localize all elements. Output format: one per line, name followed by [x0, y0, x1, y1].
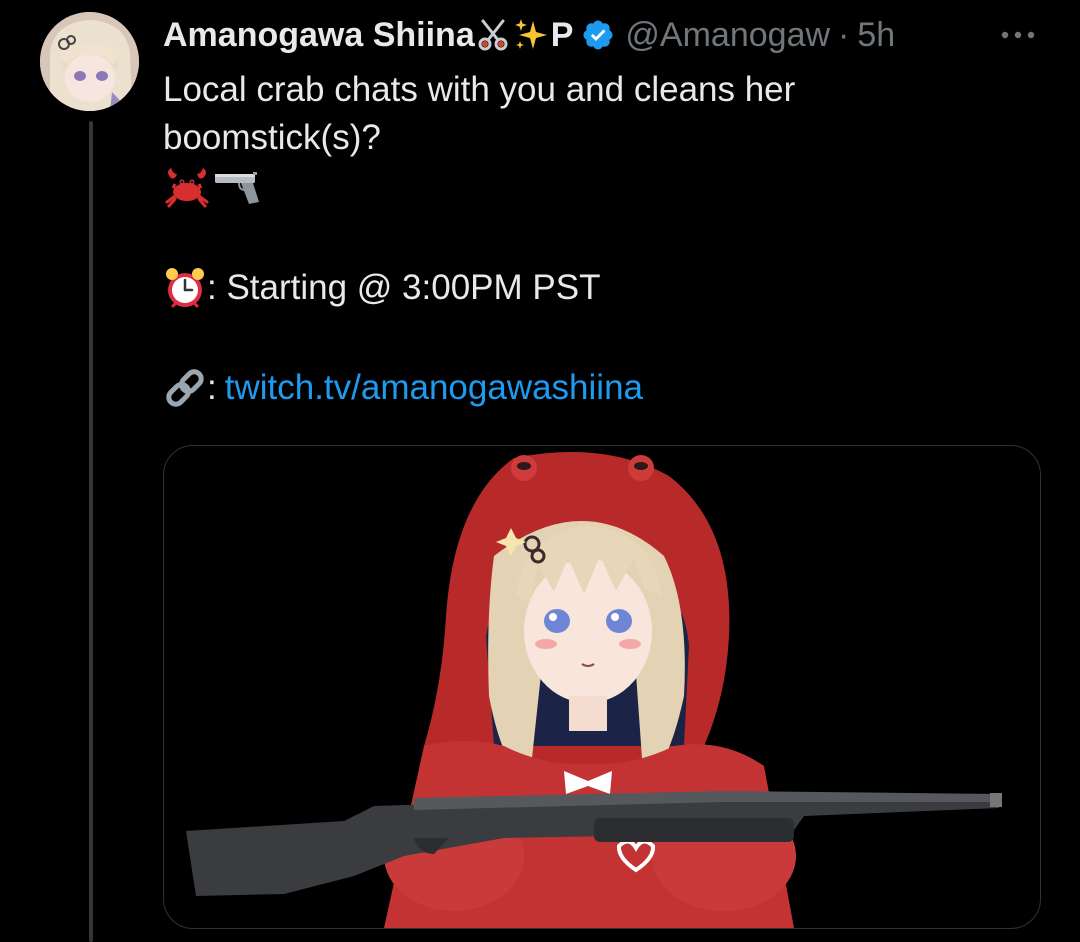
emoji-line	[163, 162, 1023, 214]
line-break	[163, 214, 1023, 262]
handle[interactable]: @Amanogaw	[625, 16, 830, 55]
link-prefix: :	[207, 368, 217, 407]
start-time-text: : Starting @ 3:00PM PST	[207, 268, 601, 307]
alarm-clock-emoji	[166, 268, 204, 308]
tweet[interactable]: Amanogawa Shiina P @Amanogaw · 5h Local …	[0, 0, 1080, 942]
name-decorations	[477, 17, 549, 53]
link-line: : twitch.tv/amanogawashiina	[163, 362, 1023, 414]
link-emoji	[166, 369, 204, 407]
display-name-suffix[interactable]: P	[551, 16, 574, 55]
tweet-text-line-2: boomstick(s)?	[163, 118, 381, 157]
tweet-text-line-1: Local crab chats with you and cleans her	[163, 70, 796, 109]
twitch-link[interactable]: twitch.tv/amanogawashiina	[225, 364, 643, 412]
more-options-icon[interactable]	[998, 22, 1038, 48]
timestamp[interactable]: 5h	[857, 16, 895, 55]
tweet-media-image[interactable]	[163, 445, 1041, 929]
display-name[interactable]: Amanogawa Shiina	[163, 16, 475, 55]
separator: ·	[838, 15, 850, 54]
crab-emoji	[165, 168, 209, 208]
sparkles-icon	[514, 19, 547, 49]
avatar[interactable]	[40, 12, 139, 111]
start-line: : Starting @ 3:00PM PST	[163, 262, 1023, 314]
vtuber-illustration	[186, 452, 1002, 928]
avatar-illustration	[40, 12, 139, 111]
tweet-text: Local crab chats with you and cleans her…	[163, 66, 1023, 414]
scissors-icon	[478, 19, 508, 51]
thread-line	[89, 121, 93, 942]
verified-badge-icon	[583, 20, 613, 50]
tweet-header: Amanogawa Shiina P @Amanogaw · 5h	[163, 12, 895, 58]
pistol-emoji	[215, 172, 259, 204]
line-break	[163, 314, 1023, 362]
